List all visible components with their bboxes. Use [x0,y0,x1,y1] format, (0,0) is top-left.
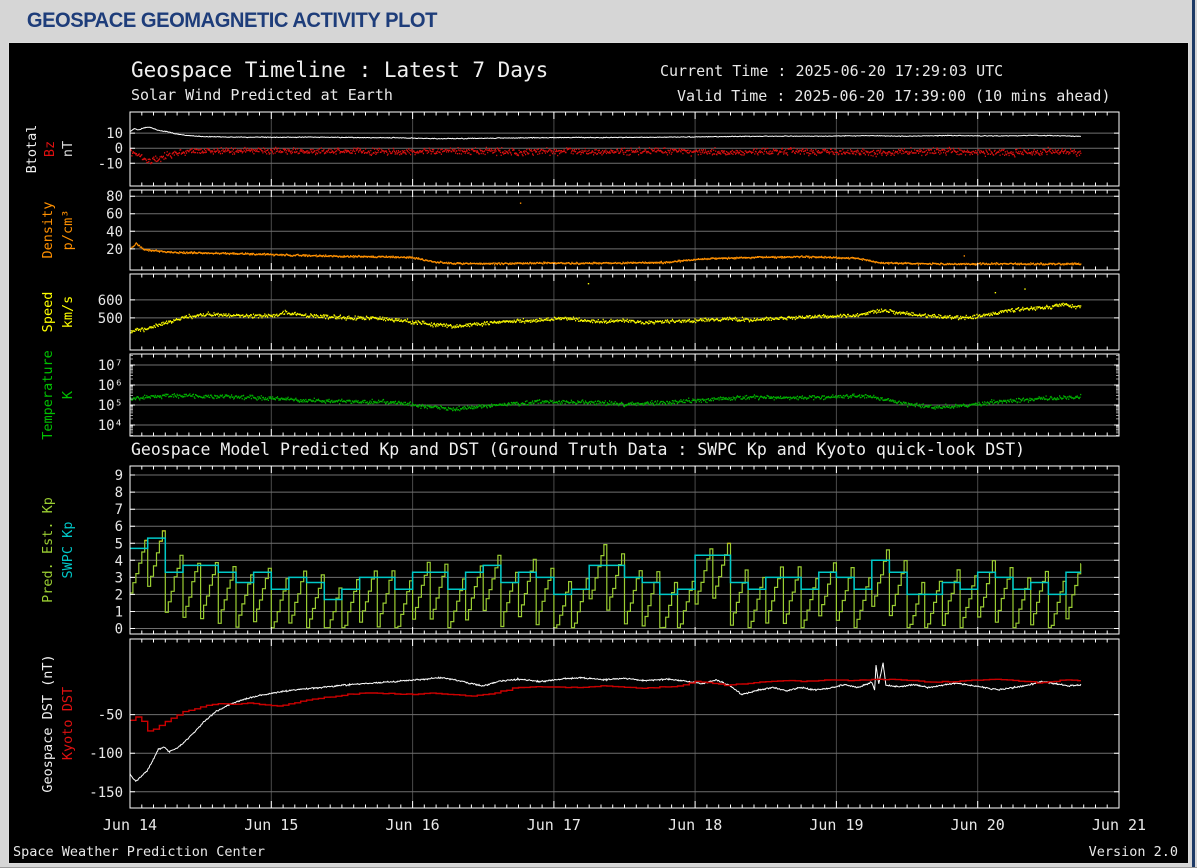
svg-text:7: 7 [115,502,123,518]
footer-agency: Space Weather Prediction Center [13,844,265,860]
svg-text:-50: -50 [98,708,123,724]
svg-text:2: 2 [115,587,123,603]
page-title: GEOSPACE GEOMAGNETIC ACTIVITY PLOT [26,9,438,32]
svg-text:4: 4 [115,553,123,569]
svg-text:5: 5 [115,536,123,552]
svg-text:km/s: km/s [60,296,76,329]
svg-text:9: 9 [115,468,123,484]
svg-text:Btotal: Btotal [24,125,40,174]
svg-text:Solar Wind Predicted at Earth: Solar Wind Predicted at Earth [131,86,393,104]
svg-text:Jun 21: Jun 21 [1092,816,1146,834]
svg-text:Geospace DST (nT): Geospace DST (nT) [40,654,56,792]
window-edge-strip [1192,0,1195,867]
svg-text:0: 0 [115,622,123,638]
svg-text:10⁵: 10⁵ [98,398,123,414]
svg-text:-150: -150 [89,785,123,801]
svg-text:20: 20 [106,242,123,258]
page: { "header": { "title": "GEOSPACE GEOMAGN… [0,0,1197,868]
svg-text:Density: Density [40,202,56,259]
svg-text:SWPC Kp: SWPC Kp [60,522,76,579]
svg-text:6: 6 [115,519,123,535]
svg-text:Pred. Est. Kp: Pred. Est. Kp [40,497,56,603]
geospace-chart: Geospace Timeline : Latest 7 Days Current… [24,58,1146,834]
svg-text:Jun 18: Jun 18 [668,816,722,834]
svg-text:8: 8 [115,485,123,501]
footer-version: Version 2.0 [1088,844,1178,860]
svg-text:K: K [60,390,76,399]
svg-text:40: 40 [106,224,123,240]
svg-text:Jun 14: Jun 14 [103,816,157,834]
plot-footer: Space Weather Prediction Center Version … [13,844,1178,860]
svg-text:Jun 20: Jun 20 [951,816,1005,834]
svg-text:Temperature: Temperature [40,350,56,439]
svg-text:3: 3 [115,570,123,586]
svg-text:Geospace Model Predicted Kp an: Geospace Model Predicted Kp and DST (Gro… [131,440,1025,459]
svg-text:-10: -10 [98,156,123,172]
svg-text:-100: -100 [89,746,123,762]
plot-panel: Geospace Timeline : Latest 7 Days Current… [8,42,1189,864]
svg-text:10⁶: 10⁶ [98,378,123,394]
svg-text:80: 80 [106,189,123,205]
page-header: GEOSPACE GEOMAGNETIC ACTIVITY PLOT [0,0,1197,42]
svg-text:10⁷: 10⁷ [98,358,123,374]
svg-text:Current Time : 2025-06-20 17:2: Current Time : 2025-06-20 17:29:03 UTC [660,62,1003,80]
svg-text:Kyoto DST: Kyoto DST [60,687,76,760]
svg-text:10⁴: 10⁴ [98,418,123,434]
svg-text:Jun 17: Jun 17 [527,816,581,834]
svg-text:60: 60 [106,207,123,223]
svg-text:10: 10 [106,126,123,142]
svg-text:Bz: Bz [42,141,58,157]
svg-text:Jun 19: Jun 19 [809,816,863,834]
svg-text:500: 500 [98,311,123,327]
svg-text:0: 0 [115,141,123,157]
svg-text:Speed: Speed [40,292,56,333]
svg-text:nT: nT [60,141,76,157]
svg-text:Jun 15: Jun 15 [244,816,298,834]
svg-text:600: 600 [98,293,123,309]
svg-text:Jun 16: Jun 16 [385,816,439,834]
svg-text:Geospace Timeline : Latest 7 D: Geospace Timeline : Latest 7 Days [131,58,548,82]
svg-text:Valid Time : 2025-06-20 17:39:: Valid Time : 2025-06-20 17:39:00 (10 min… [677,87,1110,105]
svg-text:p/cm³: p/cm³ [60,210,76,251]
svg-text:1: 1 [115,605,123,621]
